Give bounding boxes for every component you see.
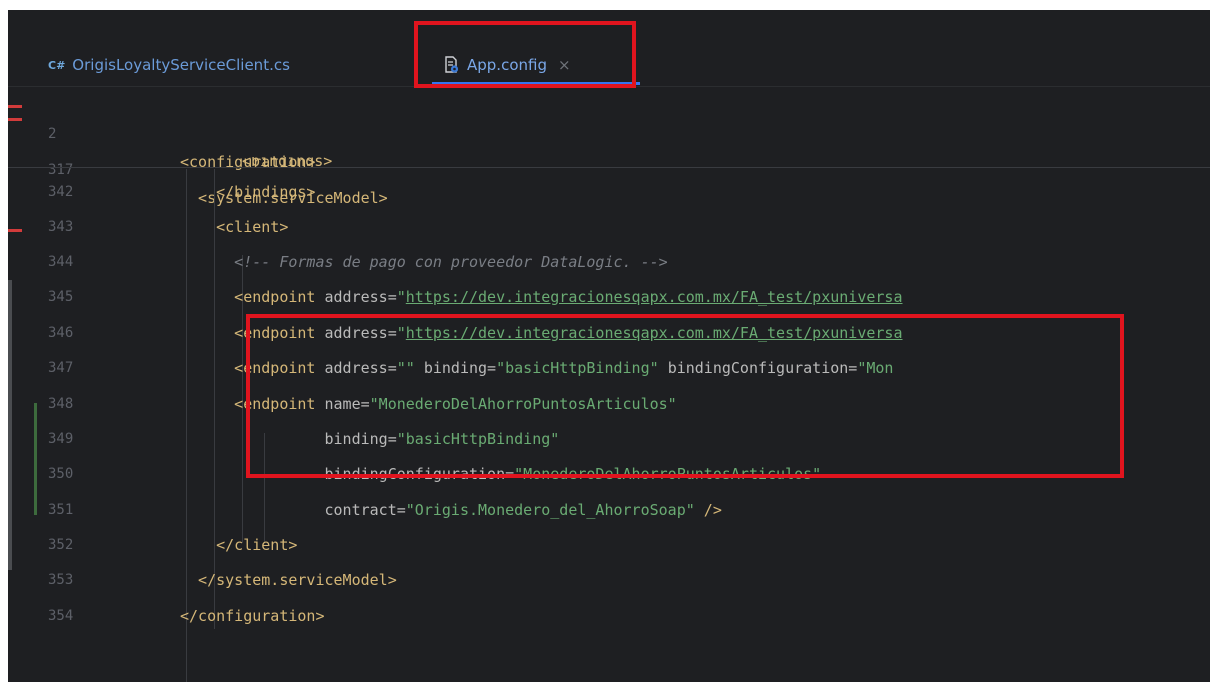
line-code: </system.serviceModel> [180, 566, 397, 594]
code-line: 353 </system.serviceModel> [8, 566, 1210, 594]
code-line: 345 <endpoint address="https://dev.integ… [8, 283, 1210, 311]
line-code: <endpoint address="https://dev.integraci… [180, 283, 902, 311]
code-token: <!-- Formas de pago con proveedor DataLo… [180, 253, 668, 271]
code-line: 343 <client> [8, 213, 1210, 241]
editor-window: C# OrigisLoyaltyServiceClient.cs App.con… [8, 10, 1210, 682]
code-line: 317 <system.serviceModel> [8, 128, 1210, 207]
code-token: </system.serviceModel> [180, 571, 397, 589]
tab-highlight-box [414, 21, 636, 88]
line-code: </bindings> [180, 178, 315, 206]
line-number: 342 [48, 184, 74, 200]
code-token: </configuration> [180, 607, 325, 625]
endpoint-highlight-box [246, 314, 1124, 478]
code-token: <endpoint [180, 288, 325, 306]
line-code: </client> [180, 531, 297, 559]
line-number: 352 [48, 537, 74, 553]
line-number: 354 [48, 608, 74, 624]
code-token: /> [703, 501, 722, 519]
code-token: "Origis.Monedero_del_AhorroSoap" [405, 501, 704, 519]
tab-origis-loyalty-service-client[interactable]: C# OrigisLoyaltyServiceClient.cs [48, 46, 290, 84]
code-token: https://dev.integracionesqapx.com.mx/FA_… [405, 288, 903, 306]
code-token: </client> [180, 536, 298, 554]
line-number: 344 [48, 254, 74, 270]
code-line: 352 </client> [8, 531, 1210, 559]
sticky-scroll-separator [8, 167, 1210, 168]
line-number: 347 [48, 360, 74, 376]
line-number: 348 [48, 396, 74, 412]
line-number: 346 [48, 325, 74, 341]
line-number: 351 [48, 502, 74, 518]
code-token: contract= [180, 501, 406, 519]
tab-label: OrigisLoyaltyServiceClient.cs [72, 56, 290, 74]
code-token: <client> [180, 218, 289, 236]
line-number: 349 [48, 431, 74, 447]
code-token: address= [324, 288, 397, 306]
code-line: 2 <configuration> [8, 92, 1210, 171]
code-line: 344 <!-- Formas de pago con proveedor Da… [8, 248, 1210, 276]
code-line: 351 contract="Origis.Monedero_del_Ahorro… [8, 496, 1210, 524]
line-number: 350 [48, 466, 74, 482]
code-line: 342 </bindings> [8, 178, 1210, 206]
line-code: </configuration> [180, 602, 325, 630]
code-token: </bindings> [180, 183, 316, 201]
line-number: 345 [48, 289, 74, 305]
line-number: 353 [48, 572, 74, 588]
sticky-scroll-hidden-line: <bindings> [242, 157, 333, 167]
line-code: <client> [180, 213, 288, 241]
code-line: 354 </configuration> [8, 602, 1210, 630]
line-number: 343 [48, 219, 74, 235]
line-code: <!-- Formas de pago con proveedor DataLo… [180, 248, 668, 276]
csharp-file-icon: C# [48, 58, 66, 72]
line-code: contract="Origis.Monedero_del_AhorroSoap… [180, 496, 722, 524]
code-token: " [396, 288, 406, 306]
